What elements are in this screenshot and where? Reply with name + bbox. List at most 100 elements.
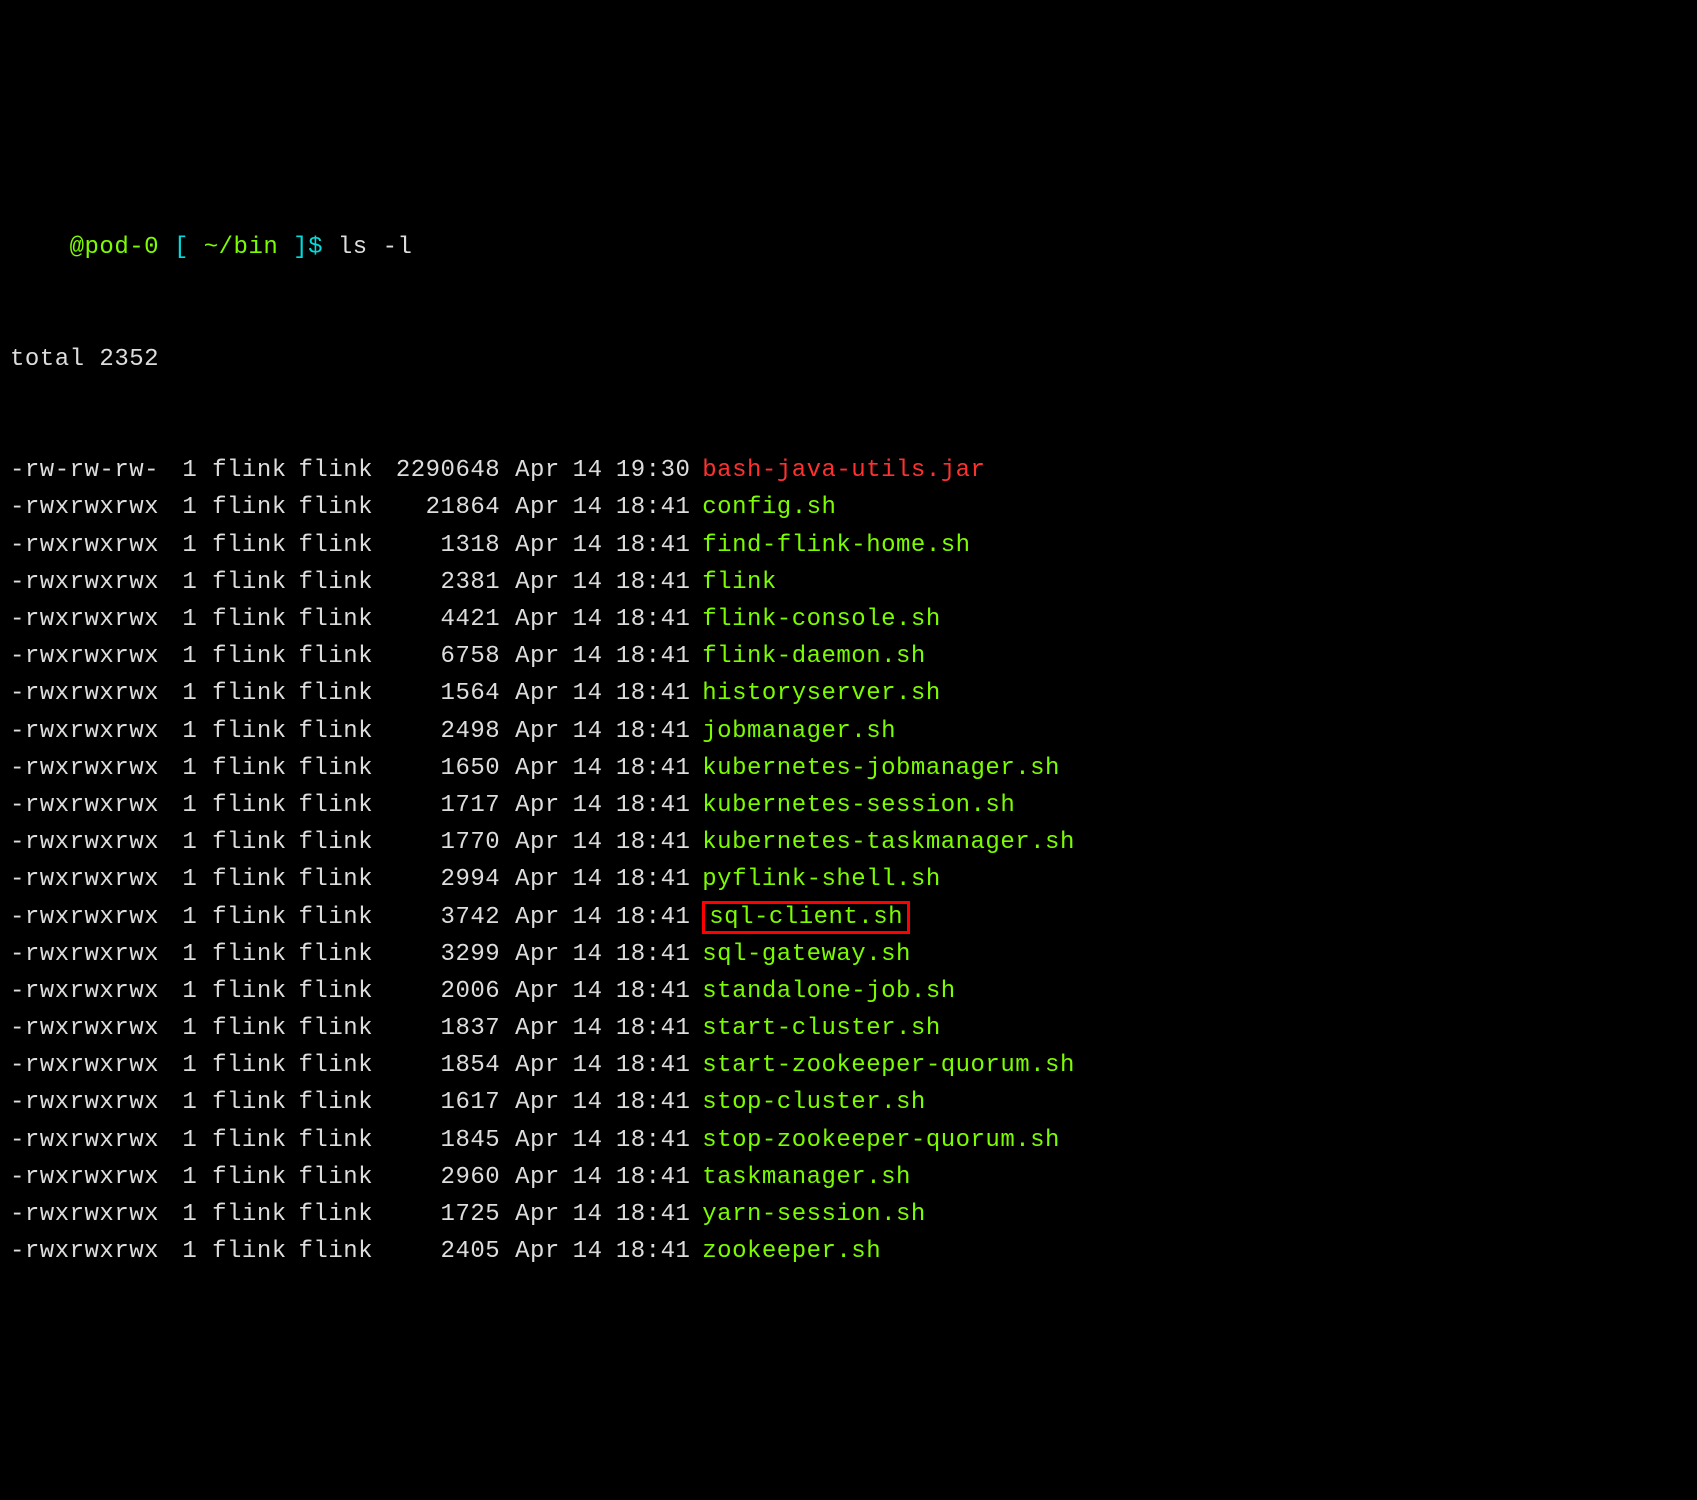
file-group: flink — [299, 1084, 385, 1121]
file-month: Apr — [515, 936, 573, 973]
file-links: 1 — [168, 787, 197, 824]
file-group: flink — [299, 1159, 385, 1196]
file-name: jobmanager.sh — [702, 718, 896, 745]
file-group: flink — [299, 1010, 385, 1047]
file-month: Apr — [515, 1196, 573, 1233]
file-group: flink — [299, 1196, 385, 1233]
file-time: 18:41 — [616, 1084, 702, 1121]
file-day: 14 — [573, 638, 616, 675]
file-perm: -rwxrwxrwx — [10, 564, 168, 601]
file-day: 14 — [573, 452, 616, 489]
file-perm: -rwxrwxrwx — [10, 1047, 168, 1084]
file-month: Apr — [515, 861, 573, 898]
file-day: 14 — [573, 1047, 616, 1084]
file-day: 14 — [573, 750, 616, 787]
file-month: Apr — [515, 899, 573, 936]
file-size: 1854 — [385, 1047, 500, 1084]
file-day: 14 — [573, 1233, 616, 1270]
file-group: flink — [299, 527, 385, 564]
file-size: 3299 — [385, 936, 500, 973]
file-size: 1717 — [385, 787, 500, 824]
file-time: 18:41 — [616, 861, 702, 898]
file-time: 18:41 — [616, 1047, 702, 1084]
file-name: historyserver.sh — [702, 680, 940, 707]
file-row: -rwxrwxrwx1 flinkflink1854 Apr1418:41sta… — [10, 1047, 1687, 1084]
file-links: 1 — [168, 1159, 197, 1196]
file-month: Apr — [515, 824, 573, 861]
file-time: 18:41 — [616, 1010, 702, 1047]
file-owner: flink — [212, 1010, 298, 1047]
prompt-bracket-open: [ — [174, 234, 189, 261]
file-month: Apr — [515, 1122, 573, 1159]
file-size: 4421 — [385, 601, 500, 638]
file-month: Apr — [515, 1233, 573, 1270]
file-day: 14 — [573, 824, 616, 861]
file-group: flink — [299, 564, 385, 601]
file-size: 2498 — [385, 713, 500, 750]
file-group: flink — [299, 1047, 385, 1084]
file-links: 1 — [168, 861, 197, 898]
file-name: stop-cluster.sh — [702, 1089, 926, 1116]
file-links: 1 — [168, 824, 197, 861]
file-links: 1 — [168, 601, 197, 638]
file-time: 18:41 — [616, 750, 702, 787]
file-day: 14 — [573, 787, 616, 824]
file-name: zookeeper.sh — [702, 1238, 881, 1265]
total-line: total 2352 — [10, 341, 1687, 378]
file-month: Apr — [515, 638, 573, 675]
file-size: 2290648 — [385, 452, 500, 489]
file-perm: -rwxrwxrwx — [10, 675, 168, 712]
file-time: 18:41 — [616, 564, 702, 601]
file-time: 19:30 — [616, 452, 702, 489]
file-links: 1 — [168, 638, 197, 675]
file-row: -rwxrwxrwx1 flinkflink2006 Apr1418:41sta… — [10, 973, 1687, 1010]
file-name: start-cluster.sh — [702, 1015, 940, 1042]
file-perm: -rwxrwxrwx — [10, 1196, 168, 1233]
file-day: 14 — [573, 489, 616, 526]
file-listing: -rw-rw-rw-1 flinkflink2290648 Apr1419:30… — [10, 452, 1687, 1270]
file-day: 14 — [573, 601, 616, 638]
file-links: 1 — [168, 899, 197, 936]
file-size: 1837 — [385, 1010, 500, 1047]
file-owner: flink — [212, 973, 298, 1010]
file-name: start-zookeeper-quorum.sh — [702, 1052, 1075, 1079]
file-row: -rwxrwxrwx1 flinkflink1318 Apr1418:41fin… — [10, 527, 1687, 564]
file-links: 1 — [168, 973, 197, 1010]
file-day: 14 — [573, 713, 616, 750]
file-month: Apr — [515, 452, 573, 489]
file-perm: -rwxrwxrwx — [10, 1084, 168, 1121]
file-name: find-flink-home.sh — [702, 532, 970, 559]
file-perm: -rwxrwxrwx — [10, 527, 168, 564]
file-size: 1770 — [385, 824, 500, 861]
file-day: 14 — [573, 973, 616, 1010]
file-links: 1 — [168, 713, 197, 750]
file-group: flink — [299, 899, 385, 936]
file-owner: flink — [212, 787, 298, 824]
file-group: flink — [299, 861, 385, 898]
file-row: -rwxrwxrwx1 flinkflink1837 Apr1418:41sta… — [10, 1010, 1687, 1047]
file-owner: flink — [212, 601, 298, 638]
file-group: flink — [299, 675, 385, 712]
file-perm: -rwxrwxrwx — [10, 899, 168, 936]
file-group: flink — [299, 1122, 385, 1159]
file-owner: flink — [212, 1047, 298, 1084]
file-owner: flink — [212, 489, 298, 526]
file-row: -rwxrwxrwx1 flinkflink2994 Apr1418:41pyf… — [10, 861, 1687, 898]
file-owner: flink — [212, 1084, 298, 1121]
file-group: flink — [299, 638, 385, 675]
file-row: -rwxrwxrwx1 flinkflink1770 Apr1418:41kub… — [10, 824, 1687, 861]
file-month: Apr — [515, 564, 573, 601]
file-size: 1650 — [385, 750, 500, 787]
file-size: 2994 — [385, 861, 500, 898]
file-perm: -rwxrwxrwx — [10, 1010, 168, 1047]
file-group: flink — [299, 713, 385, 750]
file-links: 1 — [168, 1010, 197, 1047]
file-name: kubernetes-session.sh — [702, 792, 1015, 819]
file-day: 14 — [573, 936, 616, 973]
prompt-line[interactable]: @pod-0 [ ~/bin ]$ ls -l — [10, 229, 1687, 266]
terminal[interactable]: @pod-0 [ ~/bin ]$ ls -l total 2352 -rw-r… — [10, 155, 1687, 1308]
file-perm: -rwxrwxrwx — [10, 1233, 168, 1270]
file-perm: -rwxrwxrwx — [10, 750, 168, 787]
file-time: 18:41 — [616, 824, 702, 861]
file-size: 3742 — [385, 899, 500, 936]
